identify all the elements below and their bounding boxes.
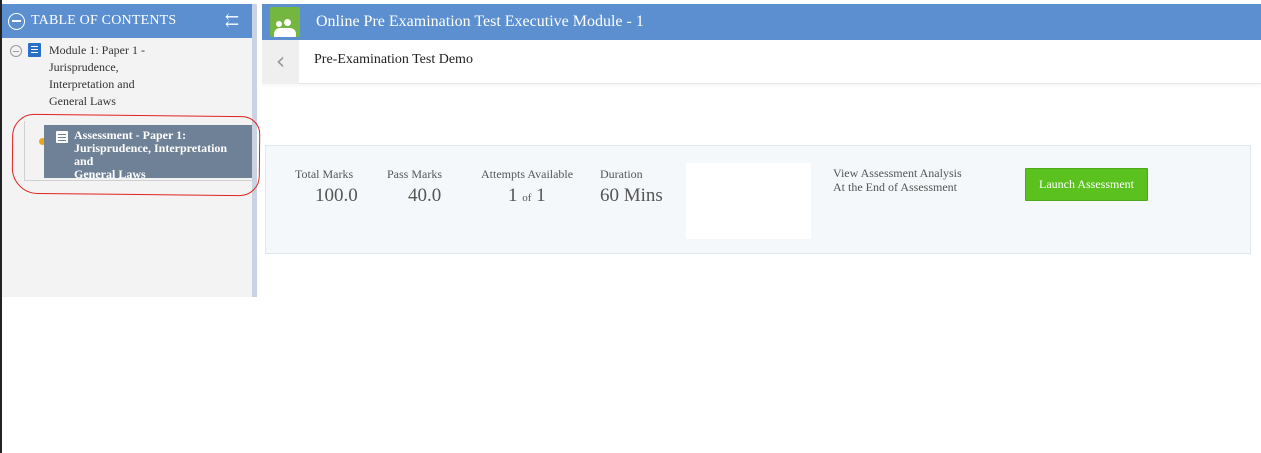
analysis-note-line: View Assessment Analysis: [833, 166, 962, 180]
total-marks-value: 100.0: [315, 185, 358, 206]
course-users-icon: [270, 7, 300, 37]
toc-header: TABLE OF CONTENTS ⇇: [2, 4, 252, 38]
attempts-value: 1 of 1: [481, 185, 573, 207]
module-label-line: Jurisprudence,: [49, 60, 119, 74]
pass-marks-value: 40.0: [408, 185, 442, 206]
pass-marks-stat: Pass Marks 40.0: [387, 167, 442, 207]
collapse-all-icon[interactable]: [8, 12, 25, 30]
analysis-note: View Assessment Analysis At the End of A…: [833, 166, 962, 194]
page-title: Pre-Examination Test Demo: [314, 52, 473, 67]
pass-marks-label: Pass Marks: [387, 167, 443, 181]
duration-value: 60 Mins: [600, 185, 663, 206]
module-collapse-icon[interactable]: [10, 45, 22, 57]
toc-title: TABLE OF CONTENTS: [31, 13, 177, 28]
assessment-thumbnail: [686, 163, 811, 239]
toc-module-item[interactable]: Module 1: Paper 1 - Jurisprudence, Inter…: [2, 42, 252, 110]
total-marks-label: Total Marks: [295, 167, 354, 181]
attempts-total: 1: [536, 185, 546, 206]
duration-stat: Duration 60 Mins: [600, 167, 663, 207]
collapse-sidebar-icon[interactable]: ⇇: [218, 11, 246, 31]
launch-assessment-button[interactable]: Launch Assessment: [1025, 168, 1148, 201]
module-label-line: Interpretation and: [49, 77, 135, 91]
attempts-used: 1: [508, 185, 518, 206]
attempts-of: of: [522, 192, 532, 204]
module-label-line: General Laws: [49, 94, 116, 108]
course-header: Online Pre Examination Test Executive Mo…: [262, 4, 1261, 40]
attempts-label: Attempts Available: [481, 167, 574, 181]
course-title: Online Pre Examination Test Executive Mo…: [316, 13, 644, 30]
module-label: Module 1: Paper 1 - Jurisprudence, Inter…: [49, 42, 169, 110]
module-label-line: Module 1: Paper 1 -: [49, 43, 145, 57]
duration-label: Duration: [600, 167, 643, 181]
total-marks-stat: Total Marks 100.0: [295, 167, 358, 207]
document-icon: [28, 43, 41, 57]
red-highlight-annotation: [11, 113, 261, 197]
content-subheader: ‹ Pre-Examination Test Demo: [262, 40, 1261, 84]
back-button[interactable]: ‹: [262, 40, 299, 84]
attempts-stat: Attempts Available 1 of 1: [481, 167, 573, 207]
assessment-info-card: Total Marks 100.0 Pass Marks 40.0 Attemp…: [265, 145, 1251, 254]
analysis-note-line: At the End of Assessment: [833, 180, 957, 194]
